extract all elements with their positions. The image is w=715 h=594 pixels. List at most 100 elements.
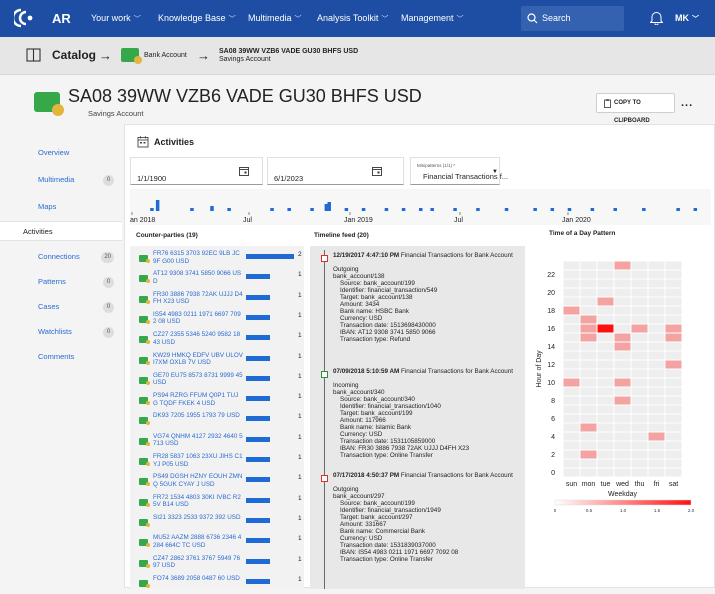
timeline-bar[interactable] <box>227 208 231 211</box>
sidebar-item-patterns[interactable]: Patterns 0 <box>0 272 122 292</box>
heatmap-cell[interactable] <box>665 333 682 342</box>
heatmap-cell[interactable] <box>563 378 580 387</box>
heatmap-cell[interactable] <box>665 360 682 369</box>
counterparty-row[interactable]: DK93 7205 1955 1793 79 USD 1 <box>130 411 304 433</box>
counterparty-row[interactable]: PS94 RZRG FFUM Q0P1 TUJG TQDF FKEK 4 USD… <box>130 391 304 413</box>
sidebar-item-maps[interactable]: Maps <box>0 197 122 217</box>
copy-to-clipboard-button[interactable]: COPY TO CLIPBOARD <box>596 93 675 124</box>
timeline-bar[interactable] <box>210 206 214 211</box>
counterparty-row[interactable]: GE70 EU75 8573 8731 9999 45 USD 1 <box>130 371 304 393</box>
heatmap-cell[interactable] <box>580 333 597 342</box>
counterparty-link[interactable]: SI21 3323 2533 9372 392 USD <box>153 514 243 522</box>
heatmap-cell[interactable] <box>597 324 614 333</box>
heatmap-cell[interactable] <box>597 297 614 306</box>
activity-timeline[interactable]: an 2018 Jul Jan 2019 Jul Jan 2020 <box>130 189 711 225</box>
date-to-field[interactable]: 6/1/2023 <box>267 157 404 185</box>
counterparty-link[interactable]: IS54 4983 0211 1971 6697 7092 08 USD <box>153 311 243 326</box>
counterparty-row[interactable]: FR30 3886 7938 72AK UJJJ D4FH X23 USD 1 <box>130 290 304 312</box>
counterparty-link[interactable]: FR28 5837 1063 23XU JIHS C1YJ P05 USD <box>153 453 243 468</box>
calendar-icon[interactable] <box>372 166 382 176</box>
counterparty-link[interactable]: FR72 1534 4803 30KI IVBC R25V B14 USD <box>153 494 243 509</box>
timeline-feed[interactable]: 12/19/2017 4:47:10 PM Financial Transact… <box>310 246 525 589</box>
sidebar-item-connections[interactable]: Connections 20 <box>0 247 122 267</box>
heatmap-cell[interactable] <box>614 342 631 351</box>
timeline-bar[interactable] <box>453 208 457 211</box>
counterparty-link[interactable]: FR30 3886 7938 72AK UJJJ D4FH X23 USD <box>153 291 243 306</box>
heatmap-cell[interactable] <box>580 315 597 324</box>
breadcrumb-catalog[interactable]: Catalog <box>52 48 96 62</box>
counterparty-link[interactable]: AT12 9308 3741 5850 9066 USD <box>153 270 243 285</box>
counterparty-link[interactable]: PS49 DGSH HZNY EOUH ZMNQ 5GUK CYAY J USD <box>153 473 243 488</box>
timeline-bar[interactable] <box>287 208 291 211</box>
timeline-bar[interactable] <box>270 208 274 211</box>
timeline-bar[interactable] <box>567 208 572 211</box>
sidebar-item-cases[interactable]: Cases 0 <box>0 297 122 317</box>
counterparty-link[interactable]: MU52 AAZM 2888 6736 2346 4284 664C TC US… <box>153 534 243 549</box>
heatmap-cell[interactable] <box>614 261 631 270</box>
counterparty-link[interactable]: KW29 HMKQ EDFV UBV ULOV I7XM OXLB 7V USD <box>153 352 243 367</box>
timeline-bar[interactable] <box>550 208 555 211</box>
calendar-icon[interactable] <box>239 166 249 176</box>
counterparty-row[interactable]: MU52 AAZM 2888 6736 2346 4284 664C TC US… <box>130 533 304 555</box>
timeline-bar[interactable] <box>401 208 406 211</box>
counterparties-list[interactable]: FR76 6315 3703 92EC 9LB JC9F G00 USD 2 AT1… <box>130 246 304 589</box>
heatmap-cell[interactable] <box>648 432 665 441</box>
heatmap-cell[interactable] <box>614 333 631 342</box>
counterparty-row[interactable]: IS54 4983 0211 1971 6697 7092 08 USD 1 <box>130 310 304 332</box>
sidebar-item-overview[interactable]: Overview <box>0 143 122 163</box>
timeline-bar[interactable] <box>155 200 160 211</box>
counterparty-link[interactable]: VG74 QNHM 4127 2932 4640 5713 USD <box>153 433 243 448</box>
breadcrumb-bank-account[interactable]: Bank Account <box>144 52 187 59</box>
heatmap-cell[interactable] <box>614 396 631 405</box>
counterparty-row[interactable]: PS49 DGSH HZNY EOUH ZMNQ 5GUK CYAY J USD… <box>130 472 304 494</box>
catalog-book-icon[interactable] <box>26 48 41 62</box>
counterparty-link[interactable]: CZ47 2862 3761 3767 5949 7697 USD <box>153 555 243 570</box>
counterparty-row[interactable]: FO74 3689 2058 0487 60 USD 1 <box>130 574 304 589</box>
counterparty-row[interactable]: AT12 9308 3741 5850 9066 USD 1 <box>130 269 304 291</box>
counterparty-row[interactable]: FR28 5837 1063 23XU JIHS C1YJ P05 USD 1 <box>130 452 304 474</box>
minipatterns-select[interactable]: Minipatterns (1/1) * Financial Transacti… <box>410 157 508 185</box>
app-logo-icon[interactable] <box>14 8 36 28</box>
heatmap-cell[interactable] <box>580 450 597 459</box>
counterparty-row[interactable]: KW29 HMKQ EDFV UBV ULOV I7XM OXLB 7V USD… <box>130 351 304 373</box>
counterparty-row[interactable]: CZ27 2355 5346 5240 9582 1843 USD 1 <box>130 330 304 352</box>
timeline-bar[interactable] <box>693 208 698 211</box>
timeline-bar[interactable] <box>504 208 509 211</box>
counterparty-link[interactable]: CZ27 2355 5346 5240 9582 1843 USD <box>153 331 243 346</box>
timeline-bar[interactable] <box>344 208 349 211</box>
sidebar-item-activities[interactable]: Activities <box>0 221 122 241</box>
timeline-bar[interactable] <box>190 208 194 211</box>
timeline-bar[interactable] <box>327 202 331 211</box>
counterparty-row[interactable]: VG74 QNHM 4127 2932 4640 5713 USD 1 <box>130 432 304 454</box>
counterparty-row[interactable]: FR72 1534 4803 30KI IVBC R25V B14 USD 1 <box>130 493 304 515</box>
counterparty-row[interactable]: FR76 6315 3703 92EC 9LB JC9F G00 USD 2 <box>130 249 304 271</box>
heatmap-cell[interactable] <box>631 324 648 333</box>
timeline-bar[interactable] <box>590 208 595 211</box>
counterparty-link[interactable]: FO74 3689 2058 0487 60 USD <box>153 575 243 583</box>
heatmap-cell[interactable] <box>614 378 631 387</box>
sidebar-item-comments[interactable]: Comments <box>0 347 122 367</box>
timeline-bar[interactable] <box>430 208 434 211</box>
menu-knowledge-base[interactable]: Knowledge Base ﹀ <box>158 0 236 37</box>
counterparty-row[interactable]: CZ47 2862 3761 3767 5949 7697 USD 1 <box>130 554 304 576</box>
sidebar-item-multimedia[interactable]: Multimedia 0 <box>0 170 122 190</box>
more-options-button[interactable]: ... <box>681 93 693 113</box>
timeline-bar[interactable] <box>419 208 423 211</box>
heatmap-cell[interactable] <box>563 306 580 315</box>
user-menu[interactable]: MK ﹀ <box>675 0 699 38</box>
heatmap-cell[interactable] <box>665 324 682 333</box>
timeline-bar[interactable] <box>310 208 314 211</box>
menu-analysis-toolkit[interactable]: Analysis Toolkit ﹀ <box>317 0 388 37</box>
date-from-field[interactable]: 1/1/1900 <box>130 157 263 185</box>
counterparty-link[interactable]: DK93 7205 1955 1793 79 USD <box>153 412 243 420</box>
notifications-bell-icon[interactable] <box>650 11 663 25</box>
heatmap-cell[interactable] <box>580 423 597 432</box>
sidebar-item-watchlists[interactable]: Watchlists 0 <box>0 322 122 342</box>
timeline-bar[interactable] <box>361 208 366 211</box>
timeline-bar[interactable] <box>676 208 680 211</box>
counterparty-row[interactable]: SI21 3323 2533 9372 392 USD 1 <box>130 513 304 535</box>
timeline-bar[interactable] <box>533 208 537 211</box>
menu-your-work[interactable]: Your work ﹀ <box>91 0 141 37</box>
timeline-bar[interactable] <box>150 208 154 211</box>
counterparty-link[interactable]: GE70 EU75 8573 8731 9999 45 USD <box>153 372 243 387</box>
